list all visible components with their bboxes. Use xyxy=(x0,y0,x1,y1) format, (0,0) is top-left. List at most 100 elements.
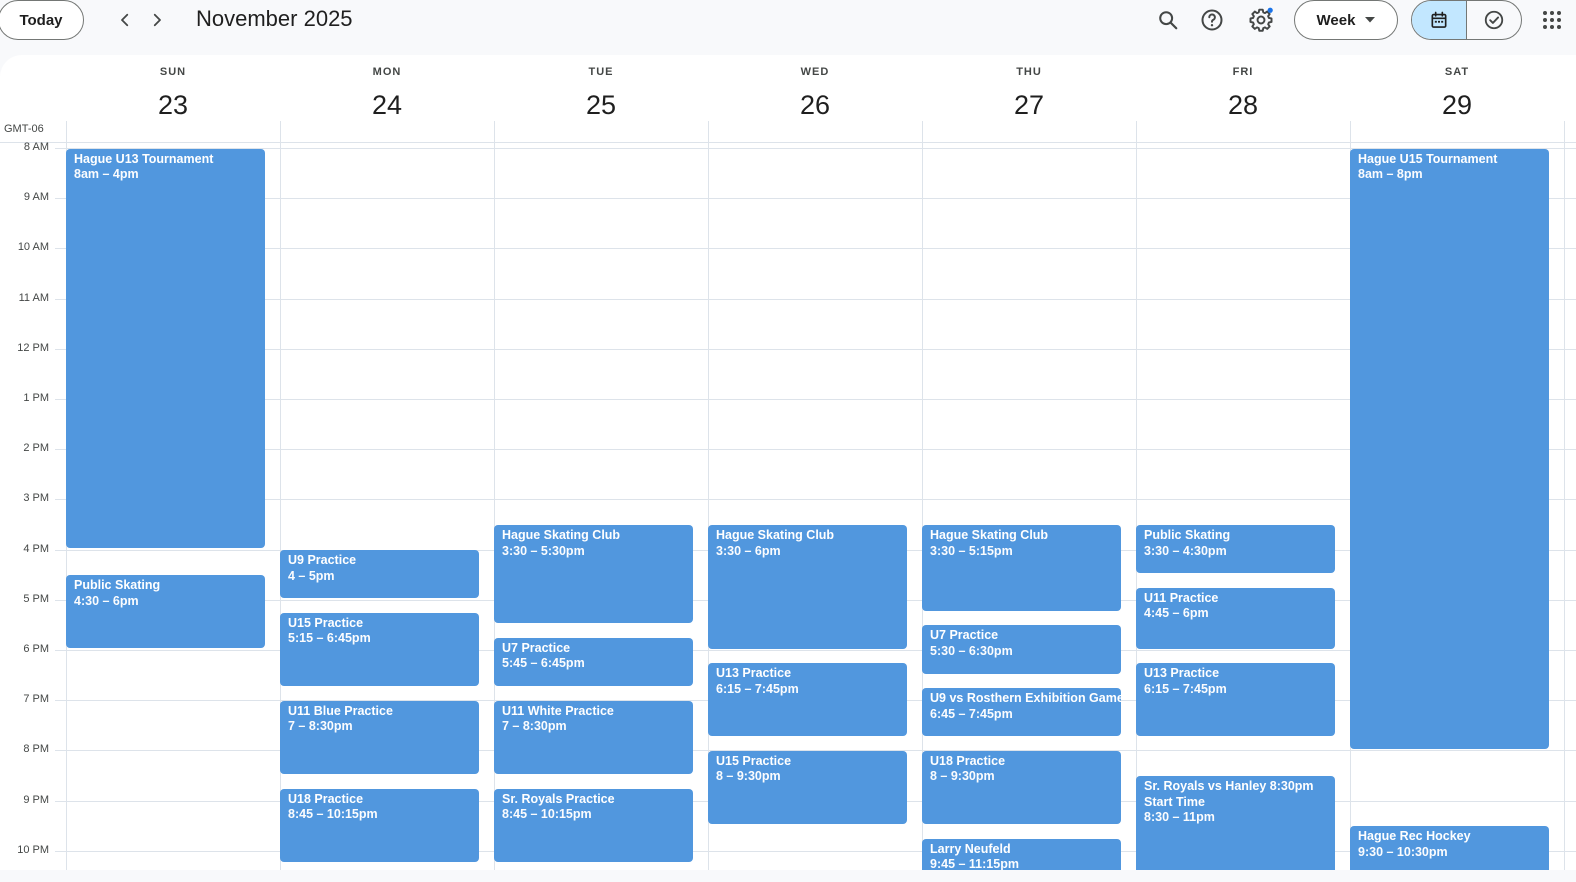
calendar-event[interactable]: U7 Practice 5:45 – 6:45pm xyxy=(494,637,693,687)
today-button[interactable]: Today xyxy=(0,0,84,40)
event-time: 8 – 9:30pm xyxy=(930,769,995,784)
day-header[interactable]: FRI 28 xyxy=(1136,55,1350,125)
day-number[interactable]: 27 xyxy=(922,90,1136,121)
tasks-view-button[interactable] xyxy=(1467,1,1521,39)
calendar-event[interactable]: Hague Rec Hockey 9:30 – 10:30pm xyxy=(1350,826,1549,870)
calendar-event[interactable]: Hague Skating Club 3:30 – 6pm xyxy=(708,525,907,649)
day-header[interactable]: WED 26 xyxy=(708,55,922,125)
settings-button[interactable] xyxy=(1245,4,1277,36)
calendar-event[interactable]: U9 Practice 4 – 5pm xyxy=(280,550,479,599)
day-of-week-label: FRI xyxy=(1232,66,1254,78)
event-title: Hague Rec Hockey xyxy=(1358,829,1471,844)
event-title: U11 White Practice xyxy=(502,703,614,718)
day-header[interactable]: SUN 23 xyxy=(66,55,280,125)
gear-icon xyxy=(1249,7,1273,32)
event-time: 8:30 – 11pm xyxy=(1144,810,1215,824)
calendar-event[interactable]: Public Skating 3:30 – 4:30pm xyxy=(1136,525,1335,574)
caret-down-icon xyxy=(1365,17,1376,23)
event-time: 4:45 – 6pm xyxy=(1144,606,1209,621)
calendar-event[interactable]: Hague Skating Club 3:30 – 5:15pm xyxy=(922,525,1121,611)
calendar-event[interactable]: U18 Practice 8 – 9:30pm xyxy=(922,750,1121,825)
day-number[interactable]: 26 xyxy=(708,90,922,121)
calendar-event[interactable]: U7 Practice 5:30 – 6:30pm xyxy=(922,625,1121,674)
calendar-event[interactable]: U11 Blue Practice 7 – 8:30pm xyxy=(280,700,479,774)
event-title: U15 Practice xyxy=(288,615,364,630)
chevron-left-icon xyxy=(121,13,129,27)
view-mode-toggle xyxy=(1411,0,1522,40)
calendar-event[interactable]: U15 Practice 5:15 – 6:45pm xyxy=(280,612,479,687)
check-circle-icon xyxy=(1484,10,1504,30)
hour-gridline xyxy=(55,499,1576,501)
day-of-week-label: SAT xyxy=(1444,66,1470,78)
calendar-event[interactable]: U11 White Practice 7 – 8:30pm xyxy=(494,700,693,774)
view-selector-dropdown[interactable]: Week xyxy=(1294,0,1398,40)
previous-week-button[interactable] xyxy=(111,6,139,34)
day-number[interactable]: 23 xyxy=(66,90,280,121)
apps-launcher-button[interactable] xyxy=(1540,8,1564,32)
day-number[interactable]: 29 xyxy=(1350,90,1564,121)
calendar-icon xyxy=(1431,11,1447,28)
hour-label: 9 AM xyxy=(23,191,49,204)
day-header[interactable]: THU 27 xyxy=(922,55,1136,125)
calendar-event[interactable]: U13 Practice 6:15 – 7:45pm xyxy=(1136,663,1335,737)
event-title: U9 Practice xyxy=(288,553,357,568)
day-header[interactable]: TUE 25 xyxy=(494,55,708,125)
help-button[interactable] xyxy=(1196,4,1228,36)
timezone-label: GMT-06 xyxy=(4,123,44,135)
hour-gridline xyxy=(55,449,1576,451)
hour-label: 9 PM xyxy=(23,793,49,806)
day-number[interactable]: 28 xyxy=(1136,90,1350,121)
hour-label: 5 PM xyxy=(23,592,49,605)
view-selector-label: Week xyxy=(1316,11,1356,29)
search-button[interactable] xyxy=(1152,4,1184,36)
event-title: U18 Practice xyxy=(288,791,364,806)
calendar-event[interactable]: Sr. Royals Practice 8:45 – 10:15pm xyxy=(494,788,693,862)
hour-gridline xyxy=(55,348,1576,350)
next-week-button[interactable] xyxy=(143,6,171,34)
day-of-week-label: WED xyxy=(800,66,830,78)
day-header[interactable]: MON 24 xyxy=(280,55,494,125)
current-period-title: November 2025 xyxy=(196,6,353,31)
day-header[interactable]: SAT 29 xyxy=(1350,55,1564,125)
day-of-week-label: TUE xyxy=(588,66,614,78)
event-title: Public Skating xyxy=(74,578,161,593)
event-time: 8 – 9:30pm xyxy=(716,769,781,784)
day-of-week-label: MON xyxy=(372,66,402,78)
calendar-event[interactable]: Larry Neufeld 9:45 – 11:15pm xyxy=(922,838,1121,870)
calendar-event[interactable]: U11 Practice 4:45 – 6pm xyxy=(1136,587,1335,649)
event-time: 5:15 – 6:45pm xyxy=(288,631,371,646)
hour-gridline xyxy=(55,298,1576,300)
hour-label: 12 PM xyxy=(17,341,49,354)
event-title: Hague U13 Tournament xyxy=(74,151,214,166)
event-title: U13 Practice xyxy=(716,666,792,681)
event-title: Hague Skating Club xyxy=(502,528,621,542)
calendar-view-button[interactable] xyxy=(1412,1,1467,39)
calendar-event[interactable]: Hague U13 Tournament 8am – 4pm xyxy=(66,148,265,549)
calendar-event[interactable]: U18 Practice 8:45 – 10:15pm xyxy=(280,788,479,862)
event-time: 5:30 – 6:30pm xyxy=(930,643,1013,658)
calendar-event[interactable]: U9 vs Rosthern Exhibition Game 6:45 – 7:4… xyxy=(922,688,1121,737)
event-time: 7 – 8:30pm xyxy=(288,719,353,734)
hour-label: 7 PM xyxy=(23,693,49,706)
hour-label: 2 PM xyxy=(23,442,49,455)
calendar-event[interactable]: Hague Skating Club 3:30 – 5:30pm xyxy=(494,525,693,624)
day-number[interactable]: 24 xyxy=(280,90,494,121)
chevron-right-icon xyxy=(153,13,161,27)
day-column-divider xyxy=(1136,121,1137,870)
calendar-event[interactable]: Sr. Royals vs Hanley 8:30pm Start Time 8:… xyxy=(1136,776,1335,870)
hour-label: 11 AM xyxy=(18,291,49,304)
calendar-event[interactable]: U15 Practice 8 – 9:30pm xyxy=(708,750,907,825)
day-number[interactable]: 25 xyxy=(494,90,708,121)
event-title: Larry Neufeld xyxy=(930,841,1011,856)
event-time: 6:45 – 7:45pm xyxy=(930,706,1013,721)
notification-dot xyxy=(1267,7,1273,13)
event-title: U7 Practice xyxy=(502,640,571,655)
event-time: 7 – 8:30pm xyxy=(502,719,567,734)
calendar-event[interactable]: Public Skating 4:30 – 6pm xyxy=(66,575,265,649)
apps-grid-icon xyxy=(1543,11,1561,29)
event-time: 8:45 – 10:15pm xyxy=(288,807,378,822)
calendar-event[interactable]: U13 Practice 6:15 – 7:45pm xyxy=(708,663,907,737)
event-title: Public Skating xyxy=(1144,528,1231,542)
calendar-event[interactable]: Hague U15 Tournament 8am – 8pm xyxy=(1350,148,1549,749)
week-calendar-grid: GMT-06 SUN 23 MON 24 TUE 25 WED 26 THU 27 FRI 28 SAT… xyxy=(0,55,1576,870)
